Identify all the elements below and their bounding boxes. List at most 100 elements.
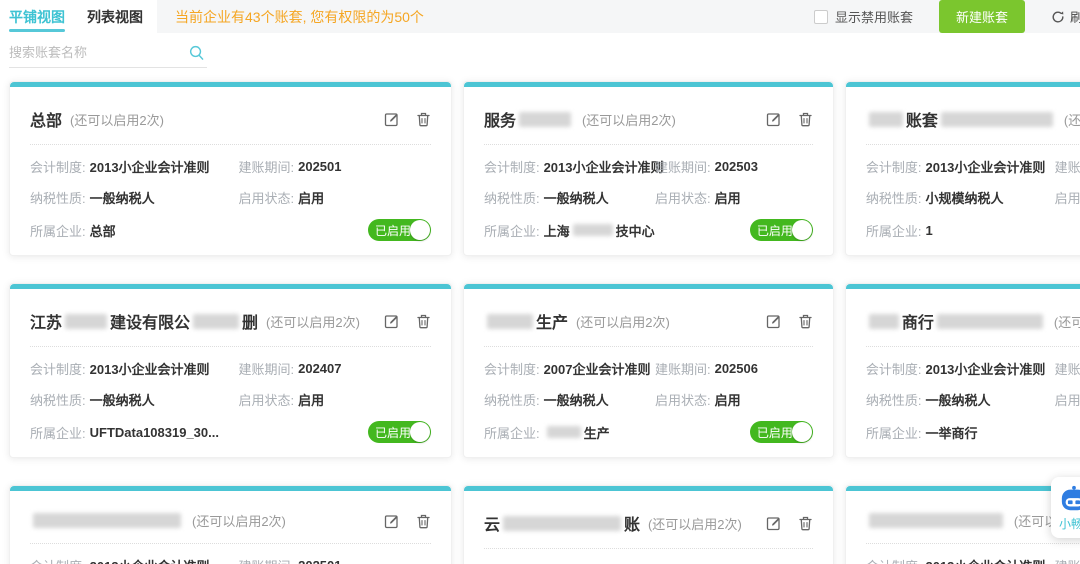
- ledger-period-value: 202501: [298, 558, 341, 564]
- taxpayer-type-label: 纳税性质:: [865, 393, 922, 408]
- taxpayer-type-value: 一般纳税人: [89, 191, 155, 206]
- taxpayer-type-value: 一般纳税人: [543, 191, 609, 206]
- toggle-knob[interactable]: [791, 422, 812, 442]
- ledger-period-value: 202501: [298, 159, 342, 174]
- enable-status-value: 启用: [298, 191, 325, 206]
- taxpayer-type-value: 一般纳税人: [925, 393, 991, 408]
- delete-icon[interactable]: [798, 313, 813, 329]
- enabled-toggle[interactable]: 已启用: [367, 219, 431, 241]
- card-accent-bar: [845, 284, 1080, 289]
- card-divider: [483, 144, 813, 145]
- owner-company-value: 生产: [544, 423, 610, 442]
- accounting-standard-value: 2013小企业会计准则: [925, 362, 1046, 377]
- toggle-knob[interactable]: [409, 220, 430, 240]
- ledger-period-label: 建账期间:: [238, 556, 294, 564]
- card-divider: [30, 543, 431, 544]
- delete-icon[interactable]: [798, 515, 813, 531]
- accounting-standard-value: 2013小企业会计准则: [925, 160, 1046, 175]
- account-set-card: 云账 (还可以启用2次) 会计制度:: [462, 485, 834, 564]
- account-count-notice: 当前企业有43个账套, 您有权限的为50个: [175, 8, 424, 25]
- account-set-card: 生产 (还可以启用2次) 会计制度: 2007企业会计准则 建账期间: 2025…: [462, 283, 834, 458]
- card-divider: [483, 548, 813, 549]
- edit-icon[interactable]: [766, 313, 782, 329]
- enable-status-label: 启用状态:: [238, 191, 295, 206]
- edit-icon[interactable]: [766, 515, 782, 531]
- accounting-standard-value: 2013小企业会计准则: [89, 160, 210, 175]
- account-set-name: 商行: [866, 309, 1046, 333]
- toolbar-right: 显示禁用账套 新建账套 刷新: [813, 0, 1080, 33]
- delete-icon[interactable]: [416, 513, 431, 529]
- edit-icon[interactable]: [384, 513, 400, 529]
- enabled-toggle[interactable]: 已启用: [749, 421, 813, 443]
- accounting-standard-value: 2013小企业会计准则: [90, 556, 210, 564]
- accounting-standard-value: 2013小企业会计准则: [89, 362, 210, 377]
- owner-company-value: 1: [925, 222, 933, 238]
- remaining-activations-hint: (还可以启用2次): [1053, 314, 1080, 330]
- remaining-activations-hint: (还可以启用2次): [581, 112, 676, 128]
- search-icon[interactable]: [188, 44, 205, 61]
- ledger-period-label: 建账期间:: [238, 362, 295, 377]
- remaining-activations-hint: (还可以启用2次): [70, 112, 164, 128]
- enable-status-label: 启用状态:: [238, 393, 295, 408]
- taxpayer-type-label: 纳税性质:: [30, 191, 86, 206]
- assistant-widget[interactable]: 小畅 A: [1051, 477, 1080, 538]
- card-divider: [865, 346, 1080, 347]
- account-set-name: 生产: [484, 309, 568, 333]
- new-account-set-button[interactable]: 新建账套: [938, 0, 1025, 33]
- checkbox-box-icon[interactable]: [813, 9, 828, 24]
- account-set-card: (还可以启用2次) 会计制度: 2013小企业会计: [844, 485, 1080, 564]
- enable-status-label: 启用状态:: [654, 393, 711, 408]
- enabled-toggle[interactable]: 已启用: [367, 421, 431, 443]
- delete-icon[interactable]: [798, 111, 813, 127]
- accounting-standard-label: 会计制度:: [30, 160, 86, 175]
- accounting-standard-label: 会计制度:: [483, 160, 540, 175]
- refresh-label: 刷新: [1069, 10, 1080, 25]
- enable-status-value: 启用: [714, 191, 741, 206]
- accounting-standard-value: 2013小企业会计准则: [543, 160, 664, 175]
- enabled-toggle-label: 已启用: [756, 425, 793, 440]
- enable-status-value: 启用: [298, 393, 325, 408]
- tab-tile-view[interactable]: 平铺视图: [9, 0, 65, 33]
- toggle-knob[interactable]: [791, 220, 812, 240]
- card-divider: [30, 346, 431, 347]
- search-input[interactable]: [9, 45, 188, 60]
- account-set-card: (还可以启用2次) 会计制度: 2013小企业会计: [9, 485, 452, 564]
- enable-status-label: 启用状态:: [1054, 393, 1080, 408]
- taxpayer-type-label: 纳税性质:: [30, 393, 86, 408]
- owner-company-value: UFTData108319_30...: [89, 424, 219, 440]
- show-disabled-label: 显示禁用账套: [834, 10, 913, 25]
- delete-icon[interactable]: [416, 111, 431, 127]
- taxpayer-type-value: 一般纳税人: [89, 393, 155, 408]
- owner-company-label: 所属企业:: [865, 425, 922, 441]
- edit-icon[interactable]: [766, 111, 782, 127]
- account-set-card: 账套 (还可以启用2次) 会计制度:: [844, 81, 1080, 256]
- enable-status-label: 启用状态:: [654, 191, 711, 206]
- accounting-standard-label: 会计制度:: [865, 160, 922, 175]
- accounting-standard-label: 会计制度:: [483, 362, 540, 377]
- assistant-label: 小畅 A: [1059, 517, 1080, 531]
- tab-list-view[interactable]: 列表视图: [87, 0, 143, 33]
- ledger-period-label: 建账期间:: [1055, 556, 1080, 564]
- card-divider: [865, 144, 1080, 145]
- account-set-name: 云账: [483, 515, 640, 534]
- ledger-period-label: 建账期间:: [654, 160, 711, 175]
- toggle-knob[interactable]: [409, 422, 430, 442]
- owner-company-value: 上海 技中心: [543, 223, 655, 239]
- delete-icon[interactable]: [416, 313, 431, 329]
- enabled-toggle[interactable]: 已启用: [749, 219, 813, 241]
- ledger-period-label: 建账期间:: [1054, 160, 1080, 175]
- refresh-button[interactable]: 刷新: [1051, 7, 1080, 26]
- owner-company-label: 所属企业:: [30, 425, 86, 441]
- tab-tile-view-label: 平铺视图: [9, 8, 65, 25]
- edit-icon[interactable]: [384, 313, 400, 329]
- card-accent-bar: [10, 284, 451, 289]
- card-accent-bar: [10, 486, 451, 491]
- edit-icon[interactable]: [384, 111, 400, 127]
- account-set-name: 江苏 建设有限公删: [30, 313, 259, 332]
- show-disabled-checkbox[interactable]: 显示禁用账套: [813, 7, 913, 26]
- account-set-name: 账套: [866, 107, 1056, 131]
- accounting-standard-value: 2013小企业会计准则: [925, 556, 1045, 564]
- account-set-name: [30, 513, 184, 528]
- enable-status-value: 启用: [714, 393, 741, 408]
- remaining-activations-hint: (还可以启用2次): [266, 314, 360, 330]
